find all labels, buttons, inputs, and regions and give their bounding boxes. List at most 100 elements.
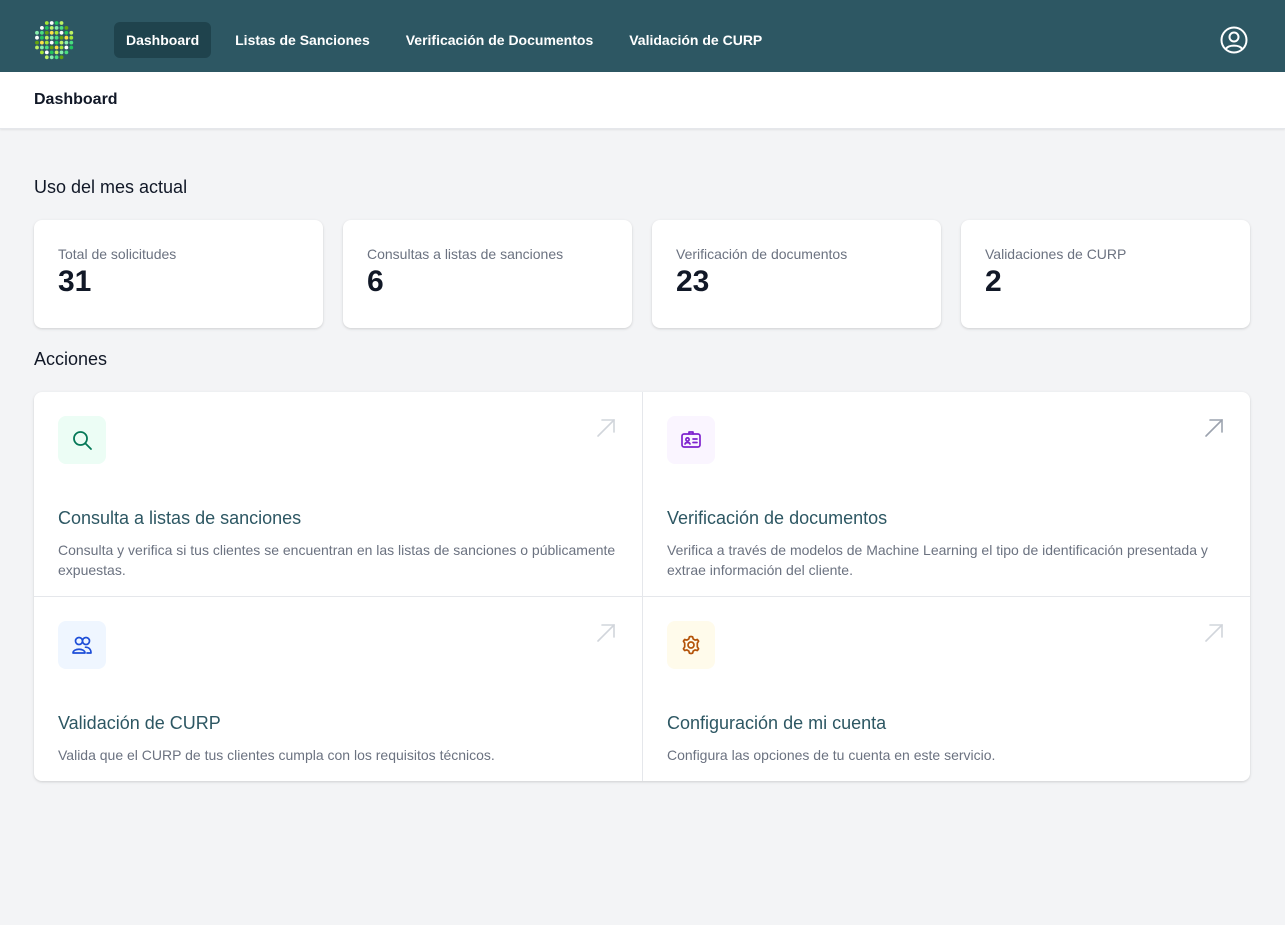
logo-dot	[49, 55, 54, 60]
logo-dot	[64, 40, 69, 45]
action-title: Verificación de documentos	[667, 508, 888, 528]
logo-dot	[44, 21, 49, 25]
logo-dot	[44, 30, 49, 35]
arrow-up-right-icon	[597, 624, 615, 642]
action-description: Verifica a través de modelos de Machine …	[667, 542, 1208, 578]
action-title: Configuración de mi cuenta	[667, 713, 887, 733]
logo-dot	[49, 40, 54, 45]
logo-dot	[40, 26, 44, 30]
stat-value: 23	[676, 265, 710, 298]
stat-value: 2	[985, 265, 1002, 298]
stat-card-documentos: Verificación de documentos 23	[652, 220, 941, 328]
action-icon-wrapper	[58, 416, 106, 464]
stat-value: 31	[58, 265, 92, 298]
gear-icon	[682, 635, 700, 655]
action-title: Validación de CURP	[58, 713, 221, 733]
logo-dot	[54, 35, 59, 40]
logo-dot	[54, 26, 59, 30]
logo-dot	[54, 30, 59, 35]
stats-row: Total de solicitudes 31 Consultas a list…	[34, 220, 1250, 328]
logo-dot	[59, 30, 64, 35]
logo-dot	[69, 35, 74, 40]
logo-dot	[44, 35, 49, 40]
logo-dot	[44, 45, 49, 50]
stat-label: Consultas a listas de sanciones	[367, 246, 564, 262]
id-card-icon	[681, 431, 701, 448]
action-card-documentos[interactable]: Verificación de documentos Verifica a tr…	[643, 392, 1250, 596]
logo-dot	[54, 55, 59, 60]
logo-dot	[49, 26, 54, 30]
nav-links: Dashboard Listas de Sanciones Verificaci…	[114, 22, 774, 58]
logo-dot	[69, 45, 74, 50]
nav-item-listas-sanciones[interactable]: Listas de Sanciones	[223, 22, 382, 58]
logo-dot	[59, 35, 64, 40]
page-title: Dashboard	[34, 91, 118, 108]
logo-dot	[35, 45, 39, 50]
logo-dot	[35, 35, 39, 40]
page-header: Dashboard	[0, 72, 1285, 129]
logo-dot	[59, 45, 64, 50]
action-description: Configura las opciones de tu cuenta en e…	[667, 747, 996, 763]
action-icon-wrapper	[58, 621, 106, 669]
action-description: Valida que el CURP de tus clientes cumpl…	[58, 747, 495, 763]
logo-dot	[59, 40, 64, 45]
logo-dot	[54, 45, 59, 50]
logo-dot	[40, 40, 44, 45]
actions-section-title: Acciones	[34, 349, 108, 369]
action-card-configuracion[interactable]: Configuración de mi cuenta Configura las…	[643, 597, 1250, 781]
logo-dot	[59, 50, 64, 55]
logo-dot	[64, 30, 69, 35]
logo-dot	[64, 35, 69, 40]
stat-card-total: Total de solicitudes 31	[34, 220, 323, 328]
logo-dot	[40, 45, 44, 50]
logo-dot	[49, 21, 54, 25]
logo-dot	[64, 26, 69, 30]
arrow-up-right-icon	[597, 419, 615, 437]
action-card-curp[interactable]: Validación de CURP Valida que el CURP de…	[34, 597, 642, 781]
dotted-logo-icon[interactable]	[34, 20, 74, 60]
action-icon-wrapper	[667, 416, 715, 464]
logo-dot	[44, 55, 49, 60]
logo-dot	[54, 50, 59, 55]
stat-label: Verificación de documentos	[676, 246, 848, 262]
logo-dot	[49, 30, 54, 35]
logo-dot	[40, 35, 44, 40]
action-description: Consulta y verifica si tus clientes se e…	[58, 542, 616, 578]
stat-label: Validaciones de CURP	[985, 246, 1127, 262]
logo-dot	[64, 45, 69, 50]
logo-dot	[59, 55, 64, 60]
logo-dot	[44, 26, 49, 30]
stat-card-curp: Validaciones de CURP 2	[961, 220, 1250, 328]
action-title: Consulta a listas de sanciones	[58, 508, 302, 528]
nav-item-validacion-curp[interactable]: Validación de CURP	[617, 22, 774, 58]
logo-dot	[69, 40, 74, 45]
logo-dot	[49, 45, 54, 50]
stat-card-sanciones: Consultas a listas de sanciones 6	[343, 220, 632, 328]
logo-dot	[44, 40, 49, 45]
top-navbar: Dashboard Listas de Sanciones Verificaci…	[0, 0, 1285, 72]
logo-dot	[49, 35, 54, 40]
nav-item-verificacion-documentos[interactable]: Verificación de Documentos	[394, 22, 606, 58]
logo-dot	[59, 26, 64, 30]
logo-dot	[59, 21, 64, 25]
nav-item-dashboard[interactable]: Dashboard	[114, 22, 212, 58]
logo-dot	[35, 40, 39, 45]
logo-dot	[69, 30, 74, 35]
logo-dot	[35, 30, 39, 35]
arrow-up-right-icon	[1205, 624, 1223, 642]
logo-dot	[40, 30, 44, 35]
usage-section-title: Uso del mes actual	[34, 177, 188, 197]
stat-value: 6	[367, 265, 384, 298]
logo-dot	[64, 50, 69, 55]
logo-dot	[54, 40, 59, 45]
action-card-sanciones[interactable]: Consulta a listas de sanciones Consulta …	[34, 392, 642, 596]
logo-dot	[44, 50, 49, 55]
users-icon	[72, 636, 92, 654]
action-icon-wrapper	[667, 621, 715, 669]
actions-grid: Consulta a listas de sanciones Consulta …	[34, 392, 1250, 781]
arrow-up-right-icon	[1205, 419, 1223, 437]
logo-dot	[40, 50, 44, 55]
user-circle-icon[interactable]	[1219, 25, 1249, 55]
search-icon	[73, 431, 92, 450]
logo-dot	[54, 21, 59, 25]
